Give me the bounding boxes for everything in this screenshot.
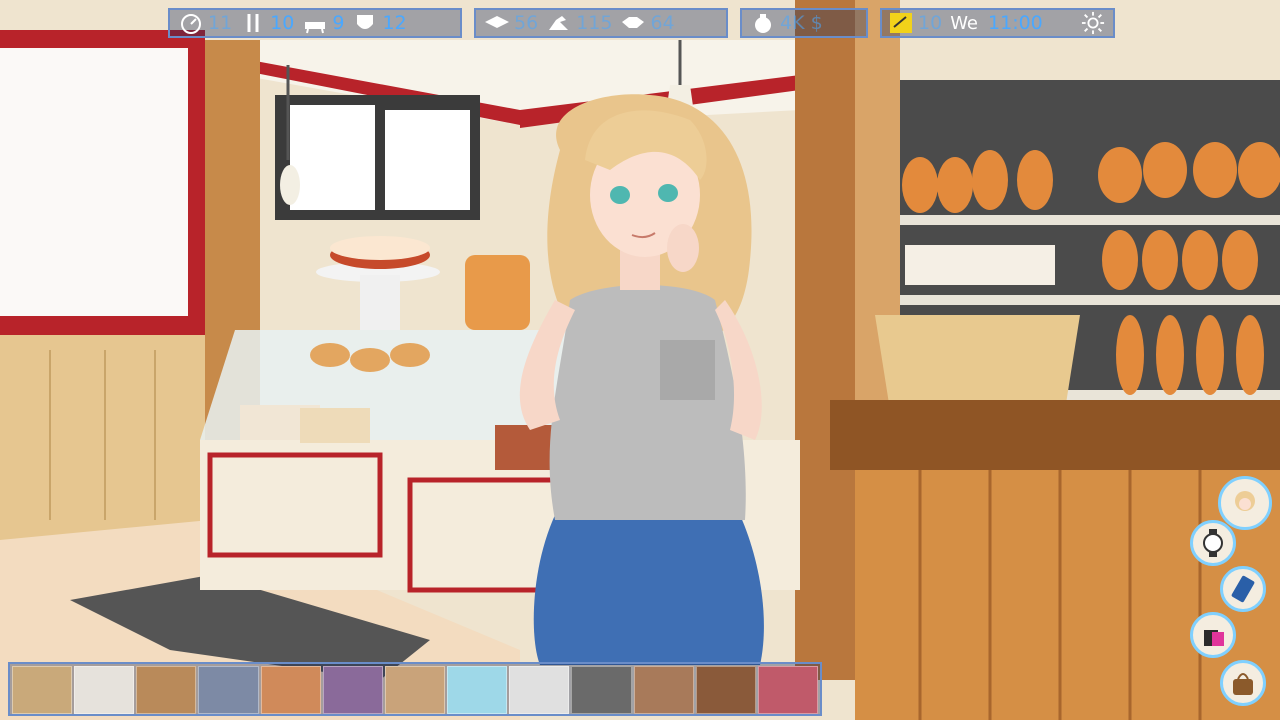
notepad-icon bbox=[890, 13, 912, 33]
location-thumbnail[interactable] bbox=[633, 666, 694, 714]
shopping-bag-button[interactable] bbox=[1190, 612, 1236, 658]
charisma-value: 64 bbox=[650, 12, 675, 34]
location-thumbnail[interactable] bbox=[322, 666, 383, 714]
mood-stat[interactable]: 12 bbox=[352, 12, 407, 34]
shopping-bag-icon bbox=[1204, 630, 1224, 646]
time-value: 11:00 bbox=[988, 12, 1043, 34]
charisma-stat[interactable]: 64 bbox=[620, 12, 675, 34]
day-value: 10 bbox=[918, 12, 943, 34]
gauge-icon bbox=[181, 14, 201, 34]
fitness-stat[interactable]: 115 bbox=[546, 12, 612, 34]
intelligence-value: 56 bbox=[514, 12, 539, 34]
location-thumbnail[interactable] bbox=[136, 666, 197, 714]
handshake-icon bbox=[622, 17, 645, 28]
phone-button[interactable] bbox=[1220, 566, 1266, 612]
intelligence-stat[interactable]: 56 bbox=[484, 12, 538, 34]
character-portrait-icon bbox=[1235, 491, 1255, 511]
time-panel[interactable]: 10 We 11:00 bbox=[880, 8, 1115, 38]
location-thumbnail[interactable] bbox=[571, 666, 632, 714]
flexed-arm-icon bbox=[549, 16, 569, 30]
phone-icon bbox=[1231, 575, 1255, 603]
energy-value: 11 bbox=[208, 12, 233, 34]
handbag-icon bbox=[1233, 673, 1253, 695]
money-value: 4K $ bbox=[780, 12, 823, 34]
food-stat[interactable]: 10 bbox=[240, 12, 294, 34]
money-bag-icon bbox=[755, 14, 771, 33]
location-thumbnail[interactable] bbox=[12, 666, 73, 714]
needs-panel: 11 10 9 12 bbox=[168, 8, 462, 38]
money-stat: 4K $ bbox=[750, 12, 823, 34]
location-thumbnail[interactable] bbox=[695, 666, 756, 714]
location-strip bbox=[8, 662, 822, 716]
location-thumbnail[interactable] bbox=[198, 666, 259, 714]
bakery-scene bbox=[0, 0, 1280, 720]
sun-icon bbox=[1081, 11, 1105, 35]
mood-value: 12 bbox=[382, 12, 407, 34]
money-panel[interactable]: 4K $ bbox=[740, 8, 868, 38]
hygiene-value: 9 bbox=[332, 12, 345, 34]
character-portrait-button[interactable] bbox=[1218, 476, 1272, 530]
calendar-stat: 10 We 11:00 bbox=[888, 12, 1043, 34]
watch-button[interactable] bbox=[1190, 520, 1236, 566]
mask-icon bbox=[357, 15, 374, 29]
location-thumbnail[interactable] bbox=[384, 666, 446, 714]
location-thumbnail[interactable] bbox=[74, 666, 135, 714]
graduation-cap-icon bbox=[485, 16, 509, 28]
location-thumbnail[interactable] bbox=[447, 666, 508, 714]
food-value: 10 bbox=[270, 12, 295, 34]
fork-knife-icon bbox=[247, 14, 259, 32]
location-thumbnail[interactable] bbox=[260, 666, 321, 714]
hygiene-stat[interactable]: 9 bbox=[302, 12, 344, 34]
bathtub-icon bbox=[305, 22, 326, 34]
skills-panel: 56 115 64 bbox=[474, 8, 728, 38]
fitness-value: 115 bbox=[576, 12, 613, 34]
location-thumbnail[interactable] bbox=[509, 666, 570, 714]
handbag-button[interactable] bbox=[1220, 660, 1266, 706]
watch-icon bbox=[1203, 529, 1223, 557]
weekday-value: We bbox=[950, 12, 979, 34]
location-thumbnail[interactable] bbox=[757, 666, 819, 714]
energy-stat[interactable]: 11 bbox=[178, 12, 232, 34]
